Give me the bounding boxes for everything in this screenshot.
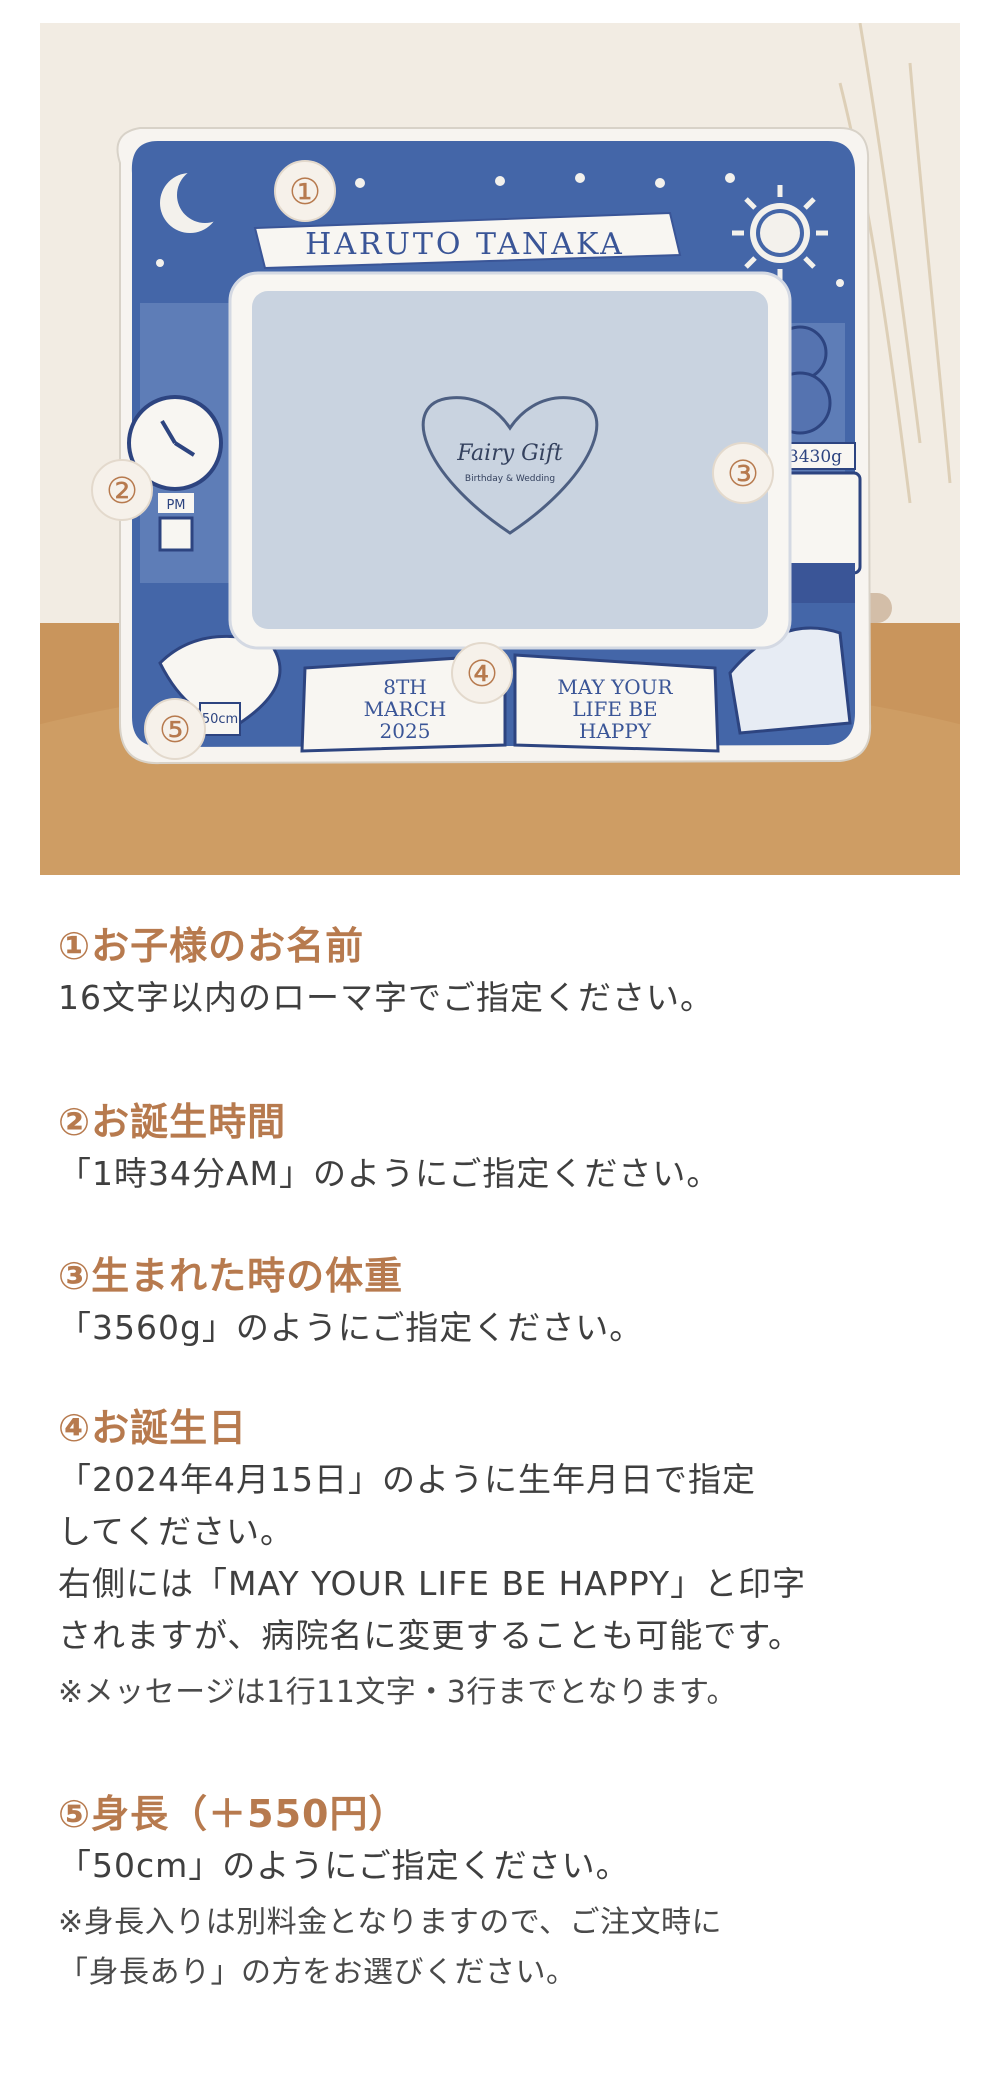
section-name: ①お子様のお名前 16文字以内のローマ字でご指定ください。 — [58, 920, 958, 1024]
marker-5: ⑤ — [144, 698, 206, 760]
section-heading: ③生まれた時の体重 — [58, 1254, 404, 1298]
marker-1: ① — [274, 160, 336, 222]
section-text: してください。 — [58, 1512, 295, 1551]
book-left-line-2: MARCH — [364, 697, 447, 721]
marker-5-label: ⑤ — [159, 710, 191, 751]
book-left-line-3: 2025 — [380, 719, 431, 743]
photo-frame-illustration: HARUTO TANAKA PM 3430g 50cm Fairy Gift B… — [40, 23, 960, 875]
section-birthday: ④お誕生日 「2024年4月15日」のように生年月日で指定 してください。 右側… — [58, 1402, 958, 1718]
section-heading: ④お誕生日 — [58, 1406, 248, 1450]
height-tag-text: 50cm — [202, 712, 238, 727]
fairy-gift-logo-text: Fairy Gift — [456, 441, 563, 466]
fairy-gift-logo-subtext: Birthday & Wedding — [465, 474, 555, 484]
section-height: ⑤身長（＋550円） 「50cm」のようにご指定ください。 ※身長入りは別料金と… — [58, 1788, 958, 1998]
book-right-line-3: HAPPY — [579, 719, 652, 743]
section-note: ※メッセージは1行11文字・3行までとなります。 — [58, 1675, 737, 1710]
banner-name-text: HARUTO TANAKA — [305, 227, 625, 262]
marker-2: ② — [91, 459, 153, 521]
section-birth-time: ②お誕生時間 「1時34分AM」のようにご指定ください。 — [58, 1096, 958, 1200]
section-heading: ⑤身長（＋550円） — [58, 1792, 408, 1836]
marker-1-label: ① — [289, 172, 321, 213]
product-photo: HARUTO TANAKA PM 3430g 50cm Fairy Gift B… — [40, 23, 960, 875]
clock-pm-text: PM — [166, 498, 185, 513]
section-note: ※身長入りは別料金となりますので、ご注文時に — [58, 1905, 723, 1940]
section-text: されますが、病院名に変更することも可能です。 — [58, 1616, 803, 1655]
scale-weight-text: 3430g — [788, 447, 842, 467]
book-right-line-2: LIFE BE — [572, 697, 657, 721]
marker-3-label: ③ — [727, 454, 759, 495]
book-left-line-1: 8TH — [383, 675, 427, 699]
section-text: 「2024年4月15日」のように生年月日で指定 — [58, 1460, 756, 1499]
book-right-line-1: MAY YOUR — [557, 675, 673, 699]
section-heading: ①お子様のお名前 — [58, 924, 365, 968]
section-text: 右側には「MAY YOUR LIFE BE HAPPY」と印字 — [58, 1564, 807, 1603]
instructions: ①お子様のお名前 16文字以内のローマ字でご指定ください。 ②お誕生時間 「1時… — [58, 920, 958, 1998]
section-birth-weight: ③生まれた時の体重 「3560g」のようにご指定ください。 — [58, 1250, 958, 1354]
marker-4-label: ④ — [466, 654, 498, 695]
section-text: 「50cm」のようにご指定ください。 — [58, 1846, 630, 1885]
section-text: 「3560g」のようにご指定ください。 — [58, 1308, 644, 1347]
section-text: 16文字以内のローマ字でご指定ください。 — [58, 978, 714, 1017]
section-heading: ②お誕生時間 — [58, 1100, 287, 1144]
section-text: 「1時34分AM」のようにご指定ください。 — [58, 1154, 721, 1193]
marker-4: ④ — [451, 642, 513, 704]
section-note: 「身長あり」の方をお選びください。 — [58, 1955, 577, 1990]
marker-2-label: ② — [106, 471, 138, 512]
marker-3: ③ — [712, 442, 774, 504]
